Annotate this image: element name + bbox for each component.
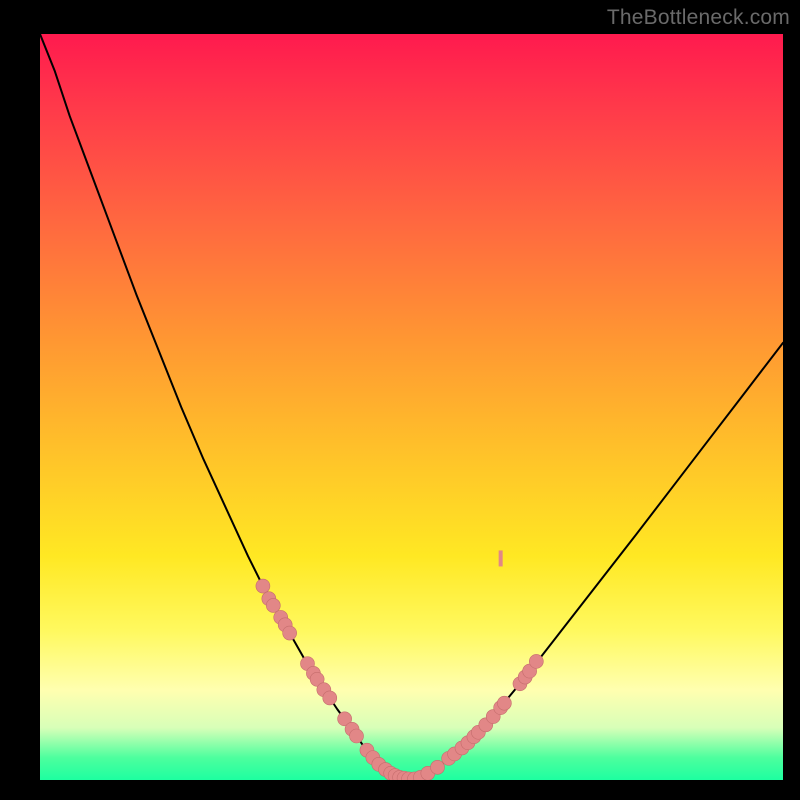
chart-svg — [40, 34, 783, 780]
scatter-dot — [256, 579, 270, 593]
anomaly-tick — [499, 550, 503, 566]
bottleneck-curve — [40, 34, 783, 779]
scatter-dot — [350, 729, 364, 743]
watermark-text: TheBottleneck.com — [607, 6, 790, 30]
scatter-dots — [256, 579, 543, 780]
scatter-dot — [431, 760, 445, 774]
scatter-dot — [283, 626, 297, 640]
anomaly-mark — [499, 550, 503, 566]
plot-area — [40, 34, 783, 780]
chart-frame: TheBottleneck.com — [0, 0, 800, 800]
scatter-dot — [323, 691, 337, 705]
scatter-dot — [529, 654, 543, 668]
scatter-dot — [266, 598, 280, 612]
scatter-dot — [497, 696, 511, 710]
